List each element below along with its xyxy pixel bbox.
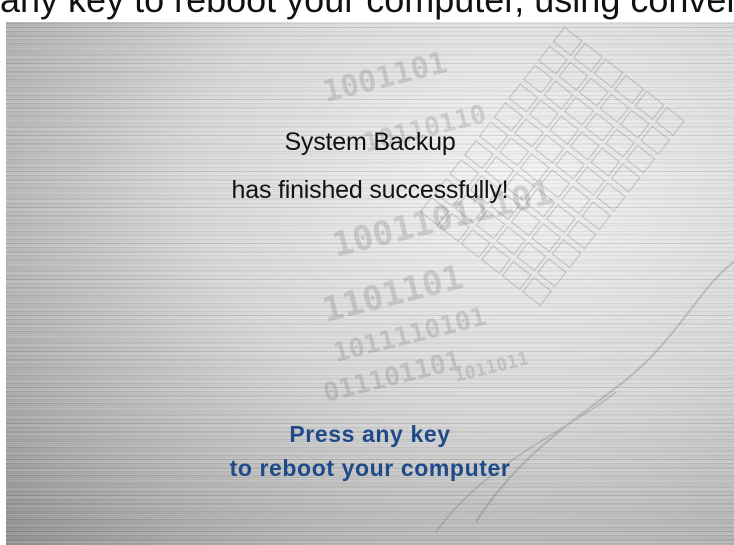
status-message: has finished successfully! [231,176,509,204]
cropped-instruction-strip: any key to reboot your computer, using c… [0,0,734,22]
svg-text:1011011: 1011011 [452,348,531,387]
svg-text:011101101: 011101101 [320,346,464,409]
svg-text:1101101: 1101101 [319,257,468,330]
reboot-prompt-line-1: Press any key [289,421,451,447]
cropped-instruction-text: any key to reboot your computer, using c… [0,0,734,22]
backup-complete-screen[interactable]: 1001101 10110110 10011011101 1101101 101… [6,22,734,545]
svg-text:1011110101: 1011110101 [330,302,489,369]
reboot-prompt-line-2: to reboot your computer [229,455,511,481]
status-title: System Backup [284,128,456,156]
svg-text:1001101: 1001101 [319,45,450,110]
